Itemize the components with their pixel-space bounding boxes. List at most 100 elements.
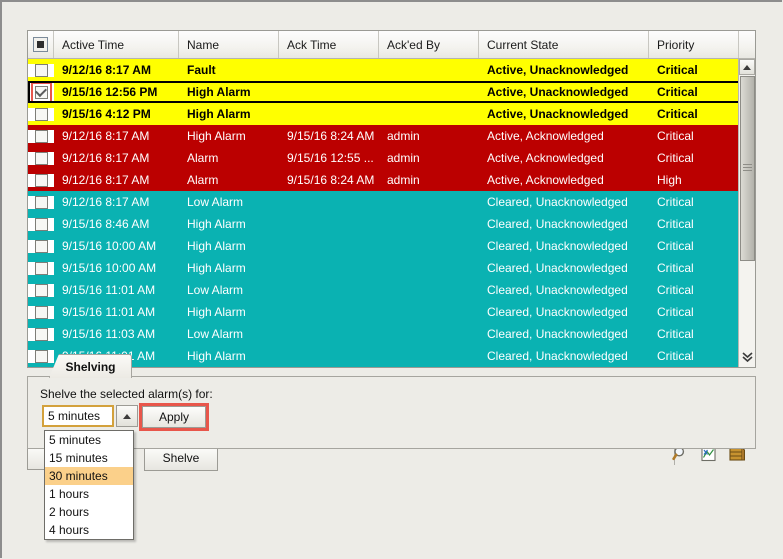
- window-frame: Active Time Name Ack Time Ack'ed By Curr…: [0, 0, 782, 558]
- row-select-cell[interactable]: [28, 173, 54, 187]
- table-row[interactable]: 9/15/16 8:46 AM High Alarm Cleared, Unackn…: [28, 213, 755, 235]
- cell-priority: Critical: [657, 283, 694, 297]
- cell-priority: Critical: [657, 63, 698, 77]
- cell-priority: Critical: [657, 129, 694, 143]
- cell-current-state: Cleared, Unacknowledged: [487, 349, 628, 363]
- shelve-duration-combobox[interactable]: 5 minutes: [42, 405, 138, 427]
- row-select-cell[interactable]: [28, 195, 54, 209]
- table-row[interactable]: 9/15/16 10:00 AM High Alarm Cleared, Unack…: [28, 235, 755, 257]
- row-select-cell[interactable]: [28, 129, 54, 143]
- row-select-cell[interactable]: [28, 63, 54, 77]
- table-row[interactable]: 9/15/16 10:00 AM High Alarm Cleared, Unack…: [28, 257, 755, 279]
- table-row[interactable]: 9/12/16 8:17 AM High Alarm 9/15/16 8:24 AM…: [28, 125, 755, 147]
- row-select-cell[interactable]: [28, 107, 54, 121]
- row-select-cell[interactable]: [28, 349, 54, 363]
- cell-active-time: 9/15/16 11:01 AM: [62, 305, 156, 319]
- table-row[interactable]: 9/15/16 11:01 AM Low Alarm Cleared, Unackn…: [28, 279, 755, 301]
- shelve-duration-dropdown-list[interactable]: 5 minutes 15 minutes 30 minutes 1 hours 2 ho…: [44, 430, 134, 540]
- apply-button[interactable]: Apply: [142, 406, 206, 428]
- dropdown-option[interactable]: 4 hours: [45, 521, 133, 539]
- row-select-cell[interactable]: [28, 283, 54, 297]
- column-header-label: Ack Time: [287, 37, 337, 52]
- column-header-priority[interactable]: Priority: [649, 31, 739, 58]
- table-row[interactable]: 9/12/16 8:17 AM Alarm 9/15/16 12:55 ... adm…: [28, 147, 755, 169]
- dropdown-option[interactable]: 30 minutes: [45, 467, 133, 485]
- cell-active-time: 9/15/16 10:00 AM: [62, 239, 157, 253]
- cell-current-state: Active, Acknowledged: [487, 151, 604, 165]
- column-header-label: Name: [187, 37, 220, 52]
- cell-active-time: 9/15/16 11:03 AM: [62, 327, 156, 341]
- row-checkbox-icon[interactable]: [34, 63, 48, 77]
- row-checkbox-checked-icon[interactable]: [34, 85, 48, 99]
- cell-name: High Alarm: [187, 239, 246, 253]
- cell-priority: Critical: [657, 195, 694, 209]
- row-checkbox-icon[interactable]: [34, 129, 48, 143]
- column-header-current-state[interactable]: Current State: [479, 31, 649, 58]
- column-header-label: Current State: [487, 37, 559, 52]
- select-all-header[interactable]: [28, 31, 54, 58]
- row-select-cell[interactable]: [28, 327, 54, 341]
- table-row[interactable]: 9/12/16 8:17 AM Fault Active, Unacknowledg…: [28, 59, 755, 81]
- cell-active-time: 9/15/16 11:01 AM: [62, 283, 156, 297]
- row-checkbox-icon[interactable]: [34, 195, 48, 209]
- row-checkbox-icon[interactable]: [34, 349, 48, 363]
- row-checkbox-icon[interactable]: [34, 239, 48, 253]
- scroll-down-button[interactable]: [739, 345, 755, 367]
- cell-current-state: Active, Unacknowledged: [487, 85, 629, 99]
- dropdown-option[interactable]: 15 minutes: [45, 449, 133, 467]
- dropdown-option[interactable]: 1 hours: [45, 485, 133, 503]
- row-select-cell[interactable]: [28, 151, 54, 165]
- double-chevron-down-icon: [742, 351, 753, 362]
- dropdown-option[interactable]: 5 minutes: [45, 431, 133, 449]
- scrollbar-thumb[interactable]: [740, 76, 755, 261]
- tab-shelving[interactable]: Shelving: [49, 354, 132, 378]
- cell-active-time: 9/12/16 8:17 AM: [62, 173, 150, 187]
- column-header-label: Active Time: [62, 37, 125, 52]
- column-header-name[interactable]: Name: [179, 31, 279, 58]
- dropdown-option[interactable]: 2 hours: [45, 503, 133, 521]
- row-checkbox-icon[interactable]: [34, 173, 48, 187]
- select-all-checkbox-icon[interactable]: [33, 37, 48, 52]
- row-checkbox-icon[interactable]: [34, 327, 48, 341]
- row-checkbox-icon[interactable]: [34, 283, 48, 297]
- cell-name: High Alarm: [187, 85, 251, 99]
- row-checkbox-icon[interactable]: [34, 217, 48, 231]
- table-row[interactable]: 9/15/16 12:56 PM High Alarm Active, Unackn…: [28, 81, 755, 103]
- table-row[interactable]: 9/12/16 8:17 AM Alarm 9/15/16 8:24 AM admin…: [28, 169, 755, 191]
- cell-acked-by: admin: [387, 129, 420, 143]
- column-header-label: Priority: [657, 37, 695, 52]
- row-checkbox-icon[interactable]: [34, 261, 48, 275]
- cell-name: Low Alarm: [187, 283, 244, 297]
- row-select-cell[interactable]: [28, 305, 54, 319]
- row-checkbox-icon[interactable]: [34, 107, 48, 121]
- table-row[interactable]: 9/15/16 4:12 PM High Alarm Active, Unackno…: [28, 103, 755, 125]
- table-row[interactable]: 9/12/16 8:17 AM Low Alarm Cleared, Unackno…: [28, 191, 755, 213]
- row-select-cell[interactable]: [28, 261, 54, 275]
- cell-name: High Alarm: [187, 305, 246, 319]
- cell-name: High Alarm: [187, 107, 251, 121]
- column-header-ack-time[interactable]: Ack Time: [279, 31, 379, 58]
- column-header-active-time[interactable]: Active Time: [54, 31, 179, 58]
- chevron-up-icon: [123, 413, 131, 419]
- row-select-cell[interactable]: [28, 239, 54, 253]
- table-vertical-scrollbar[interactable]: [738, 59, 755, 367]
- table-row[interactable]: 9/15/16 11:01 AMHigh AlarmCleared, Unack…: [28, 345, 755, 367]
- table-row[interactable]: 9/15/16 11:01 AMHigh AlarmCleared, Unack…: [28, 301, 755, 323]
- row-select-cell[interactable]: [28, 81, 54, 103]
- shelve-duration-value[interactable]: 5 minutes: [42, 405, 114, 427]
- column-header-acked-by[interactable]: Ack'ed By: [379, 31, 479, 58]
- table-row[interactable]: 9/15/16 11:03 AM Low Alarm Cleared, Unackn…: [28, 323, 755, 345]
- apply-button-highlight: Apply: [139, 403, 209, 431]
- table-body[interactable]: 9/12/16 8:17 AM Fault Active, Unacknowledg…: [28, 59, 755, 367]
- cell-current-state: Cleared, Unacknowledged: [487, 283, 628, 297]
- row-checkbox-icon[interactable]: [34, 151, 48, 165]
- shelve-duration-toggle-button[interactable]: [116, 405, 138, 427]
- scroll-up-button[interactable]: [739, 59, 755, 75]
- row-select-cell[interactable]: [28, 217, 54, 231]
- cell-priority: Critical: [657, 239, 694, 253]
- column-header-label: Ack'ed By: [387, 37, 440, 52]
- cell-acked-by: admin: [387, 151, 420, 165]
- cell-active-time: 9/15/16 12:56 PM: [62, 85, 158, 99]
- cell-active-time: 9/15/16 4:12 PM: [62, 107, 151, 121]
- row-checkbox-icon[interactable]: [34, 305, 48, 319]
